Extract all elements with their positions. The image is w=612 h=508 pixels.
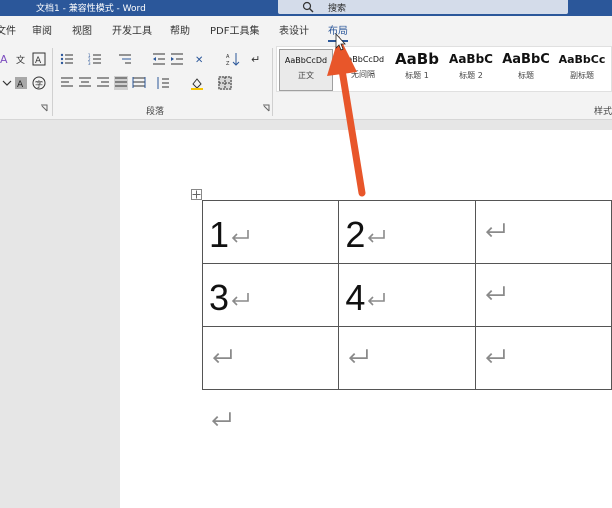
cell-text: 4 [345,280,387,316]
style-name: 标题 2 [459,71,483,80]
paragraph-mark-icon [485,349,505,364]
svg-text:3: 3 [88,61,91,66]
numbering-icon[interactable]: 1 2 3 [88,52,102,66]
svg-text:↵: ↵ [251,53,260,66]
sort-icon[interactable]: A Z [226,52,240,66]
table-cell[interactable]: 2 [338,200,476,264]
borders-icon[interactable] [218,76,232,90]
style-heading-2[interactable]: AaBbC 标题 2 [445,49,497,91]
tab-view[interactable]: 视图 [72,22,92,37]
svg-text:字: 字 [35,79,43,89]
tab-review[interactable]: 审阅 [32,22,52,37]
paragraph-mark-icon [485,286,505,301]
character-shading-icon[interactable]: A [14,76,28,90]
character-border-icon[interactable]: A [32,52,46,66]
font-color-dropdown-icon[interactable] [0,76,14,90]
tab-developer[interactable]: 开发工具 [112,22,152,37]
align-left-icon[interactable] [60,76,74,90]
table-cell[interactable] [474,326,612,390]
font-dialog-launcher-icon[interactable] [40,104,48,112]
cell-text: 3 [209,280,251,316]
text-effects-icon[interactable]: A [0,52,14,66]
style-sample: AaBbCc [558,53,606,66]
paragraph-mark-icon [368,230,386,244]
table-move-handle-icon[interactable] [191,189,202,200]
style-name: 标题 1 [405,71,429,80]
table-row: 1 2 [201,200,612,264]
tab-file[interactable]: 文件 [0,22,16,37]
document-table[interactable]: 1 2 3 4 [201,200,612,390]
phonetic-guide-icon[interactable]: 文 [16,52,30,66]
enclose-characters-icon[interactable]: 字 [32,76,46,90]
annotation-arrow-icon [327,32,366,197]
table-cell[interactable] [201,326,340,390]
svg-text:Z: Z [226,61,230,66]
paragraph-mark-icon [349,349,369,364]
style-sample: AaBb [395,50,439,68]
paragraph-mark-icon [368,293,386,307]
shading-icon[interactable] [190,76,204,90]
align-right-icon[interactable] [96,76,110,90]
align-center-icon[interactable] [78,76,92,90]
table-row: 3 4 [201,263,612,327]
search-placeholder: 搜索 [328,4,347,14]
paragraph-mark-icon [231,230,249,244]
paragraph-mark-icon [485,223,505,238]
table-cell[interactable]: 3 [201,263,340,327]
paragraph-group-label: 段落 [146,107,165,117]
ribbon-separator [272,48,273,116]
ribbon-separator [52,48,53,116]
justify-icon[interactable] [114,76,128,90]
distributed-icon[interactable] [132,76,146,90]
svg-text:文: 文 [16,54,25,66]
svg-text:A: A [0,53,8,66]
cell-text: 2 [345,217,387,253]
table-row [201,326,612,390]
table-cell[interactable] [474,200,612,264]
paragraph-mark-icon [231,293,249,307]
cell-text: 1 [209,217,251,253]
bullets-icon[interactable] [60,52,74,66]
show-hide-marks-icon[interactable]: ↵ [250,52,264,66]
style-sample: AaBbC [449,52,493,66]
svg-text:A: A [226,54,230,60]
paragraph-mark-icon [212,349,232,364]
search-icon [302,1,314,13]
svg-text:A: A [17,80,24,90]
svg-text:A: A [35,56,42,66]
multilevel-list-icon[interactable] [118,52,132,66]
chinese-layout-icon[interactable]: ✕ [194,52,208,66]
decrease-indent-icon[interactable] [152,52,166,66]
style-heading-1[interactable]: AaBb 标题 1 [391,49,443,91]
table-cell[interactable] [338,326,476,390]
search-box[interactable]: 搜索 [278,0,568,14]
table-cell[interactable] [474,263,612,327]
ribbon: A 文 A A 字 1 2 3 ✕ A Z ↵ 段落 AaBbCcDd 正文 A… [0,46,612,120]
cell-value: 2 [345,214,366,255]
increase-indent-icon[interactable] [170,52,184,66]
styles-group-label: 样式 [594,107,612,117]
style-title[interactable]: AaBbC 标题 [499,49,553,91]
cell-value: 1 [209,214,230,255]
cell-value: 4 [345,277,366,318]
window-title: 文档1 - 兼容性模式 - Word [36,4,146,14]
tab-pdf-tools[interactable]: PDF工具集 [210,22,259,37]
cell-value: 3 [209,277,230,318]
title-bar: 文档1 - 兼容性模式 - Word 搜索 [0,0,612,16]
tab-help[interactable]: 帮助 [170,22,190,37]
style-name: 标题 [518,71,534,80]
style-name: 副标题 [570,71,594,80]
paragraph-mark-icon [211,412,231,427]
style-sample: AaBbC [502,52,550,67]
paragraph-dialog-launcher-icon[interactable] [262,104,270,112]
svg-text:✕: ✕ [195,55,203,66]
ribbon-tabs: 文件 审阅 视图 开发工具 帮助 PDF工具集 表设计 布局 [0,16,612,46]
table-cell[interactable]: 1 [201,200,340,264]
style-subtitle[interactable]: AaBbCc 副标题 [555,49,609,91]
table-cell[interactable]: 4 [338,263,476,327]
line-spacing-icon[interactable] [156,76,170,90]
tab-table-design[interactable]: 表设计 [279,22,309,37]
